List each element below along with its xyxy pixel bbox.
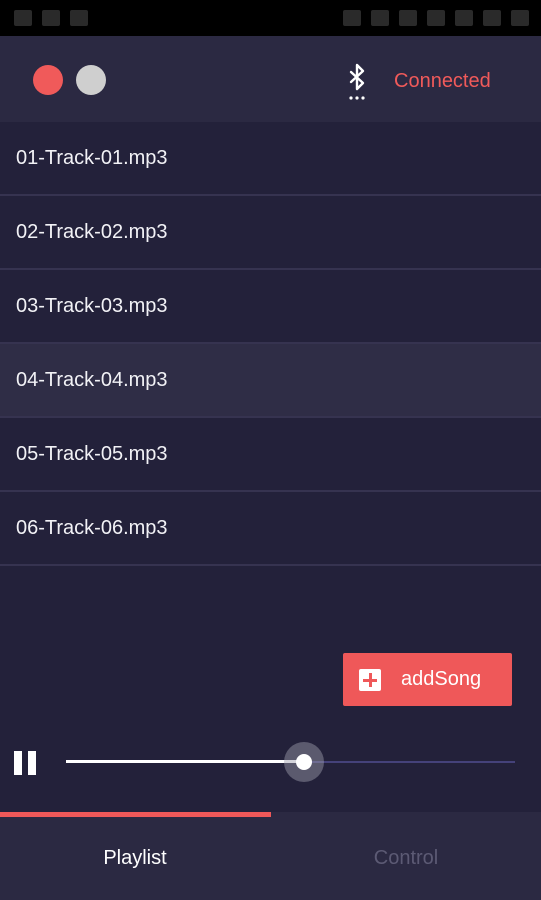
tab-control[interactable]: Control bbox=[271, 817, 541, 900]
alarm-icon bbox=[399, 10, 417, 26]
status-icons-right bbox=[343, 8, 529, 28]
headset-icon bbox=[343, 10, 361, 26]
track-label: 02-Track-02.mp3 bbox=[16, 220, 168, 243]
status-icons-left bbox=[14, 8, 88, 28]
pause-bar-right bbox=[28, 751, 36, 775]
add-song-label: addSong bbox=[401, 668, 482, 690]
pause-bar-left bbox=[14, 751, 22, 775]
notification-icon bbox=[14, 10, 32, 26]
track-item-selected[interactable]: 04-Track-04.mp3 bbox=[0, 344, 541, 418]
track-item[interactable]: 05-Track-05.mp3 bbox=[0, 418, 541, 492]
track-label: 03-Track-03.mp3 bbox=[16, 294, 168, 317]
seek-progress bbox=[66, 760, 304, 763]
bottom-nav: Playlist Control bbox=[0, 812, 541, 900]
app-header: Connected bbox=[0, 36, 541, 122]
add-song-button[interactable]: addSong bbox=[343, 653, 512, 706]
connection-status: Connected bbox=[394, 70, 491, 92]
wifi-icon bbox=[427, 10, 445, 26]
mail-icon bbox=[42, 10, 60, 26]
minimize-dot-icon[interactable] bbox=[76, 65, 106, 95]
battery-icon bbox=[483, 10, 501, 26]
track-label: 06-Track-06.mp3 bbox=[16, 516, 168, 539]
screenshot-icon bbox=[70, 10, 88, 26]
track-label: 04-Track-04.mp3 bbox=[16, 368, 168, 391]
track-label: 05-Track-05.mp3 bbox=[16, 442, 168, 465]
seek-thumb[interactable] bbox=[295, 754, 312, 770]
track-item[interactable]: 02-Track-02.mp3 bbox=[0, 196, 541, 270]
playlist: 01-Track-01.mp3 02-Track-02.mp3 03-Track… bbox=[0, 122, 541, 566]
track-item[interactable]: 03-Track-03.mp3 bbox=[0, 270, 541, 344]
close-dot-icon[interactable] bbox=[33, 65, 63, 95]
tab-playlist[interactable]: Playlist bbox=[0, 817, 270, 900]
seek-bar[interactable] bbox=[66, 742, 515, 782]
signal-icon bbox=[455, 10, 473, 26]
status-bar bbox=[0, 0, 541, 36]
track-label: 01-Track-01.mp3 bbox=[16, 146, 168, 169]
track-item[interactable]: 06-Track-06.mp3 bbox=[0, 492, 541, 566]
vibrate-icon bbox=[371, 10, 389, 26]
plus-icon bbox=[359, 668, 381, 691]
bluetooth-icon[interactable] bbox=[343, 62, 371, 102]
track-item[interactable]: 01-Track-01.mp3 bbox=[0, 122, 541, 196]
pause-icon[interactable] bbox=[14, 751, 38, 775]
clock-icon bbox=[511, 10, 529, 26]
